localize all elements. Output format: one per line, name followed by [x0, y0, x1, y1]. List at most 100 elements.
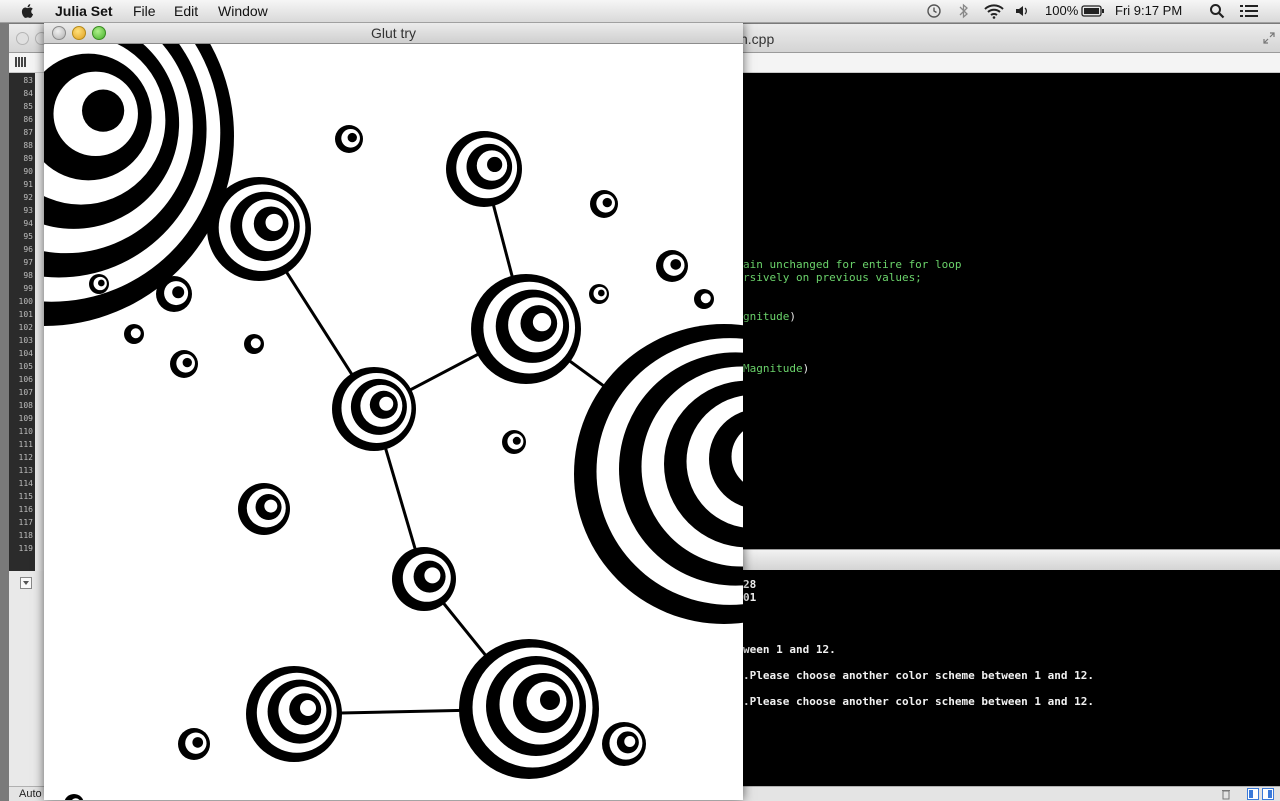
line-number: 96 [23, 245, 33, 254]
debug-area-divider[interactable] [743, 549, 1280, 571]
code-line: Magnitude) [743, 362, 809, 375]
line-number: 110 [18, 427, 33, 436]
fractal-bud [246, 666, 342, 762]
auto-scope-label[interactable]: Auto [19, 788, 42, 800]
code-text: gnitude [743, 310, 790, 323]
line-number: 98 [23, 271, 33, 280]
fractal-bud [590, 190, 618, 218]
code-line: gnitude) [743, 310, 796, 323]
line-number: 106 [18, 375, 33, 384]
line-number: 116 [18, 505, 33, 514]
menu-clock[interactable]: Fri 9:17 PM [1115, 3, 1182, 18]
line-number: 100 [18, 297, 33, 306]
line-number: 94 [23, 219, 33, 228]
line-number: 102 [18, 323, 33, 332]
line-number: 91 [23, 180, 33, 189]
console-output[interactable]: 28 01 ween 1 and 12. .Please choose anot… [743, 570, 1280, 786]
battery-percent: 100% [1045, 3, 1079, 18]
code-text: rsively on previous values; [743, 271, 922, 284]
line-number: 85 [23, 102, 33, 111]
line-number: 87 [23, 128, 33, 137]
line-number: 103 [18, 336, 33, 345]
julia-set-canvas[interactable] [44, 44, 743, 800]
console-line: ween 1 and 12. [743, 643, 836, 656]
fractal-bud [178, 728, 210, 760]
fractal-bud [589, 284, 609, 304]
menu-window[interactable]: Window [218, 3, 268, 19]
line-number: 83 [23, 76, 33, 85]
trash-icon[interactable] [1221, 788, 1231, 800]
wifi-icon[interactable] [983, 3, 1005, 19]
fractal-bud [446, 131, 522, 207]
console-line: .Please choose another color scheme betw… [743, 669, 1094, 682]
line-number: 115 [18, 492, 33, 501]
glut-window: Glut try [44, 22, 743, 800]
line-number: 107 [18, 388, 33, 397]
code-paren: ) [802, 362, 810, 375]
fractal-bud [656, 250, 688, 282]
line-number: 93 [23, 206, 33, 215]
line-number: 89 [23, 154, 33, 163]
code-line: rsively on previous values; [743, 271, 922, 284]
ide-close-button[interactable] [16, 32, 29, 45]
menu-bar: Julia Set File Edit Window 100% Fri 9:17… [0, 0, 1280, 23]
fractal-bud [502, 430, 526, 454]
line-number: 119 [18, 544, 33, 553]
line-number: 117 [18, 518, 33, 527]
battery-icon[interactable] [1081, 5, 1105, 17]
fractal-bud [44, 44, 234, 326]
line-number: 109 [18, 414, 33, 423]
glut-window-title: Glut try [370, 25, 417, 41]
console-line: 28 [743, 578, 757, 591]
julia-set-fractal [44, 44, 743, 800]
fractal-bud [459, 639, 599, 779]
code-text: ain unchanged for entire for loop [743, 258, 962, 271]
time-machine-icon[interactable] [926, 3, 942, 19]
fractal-bud [89, 274, 109, 294]
bluetooth-icon[interactable] [958, 3, 970, 19]
line-number: 92 [23, 193, 33, 202]
fractal-bud [602, 722, 646, 766]
line-number: 99 [23, 284, 33, 293]
fractal-bud [694, 289, 714, 309]
spotlight-search-icon[interactable] [1209, 3, 1225, 19]
fractal-bud [244, 334, 264, 354]
line-number: 101 [18, 310, 33, 319]
menu-app-name[interactable]: Julia Set [55, 3, 113, 19]
scope-selector-icon[interactable] [20, 577, 32, 589]
line-number: 111 [18, 440, 33, 449]
code-paren: ) [789, 310, 796, 323]
line-number: 84 [23, 89, 33, 98]
menu-file[interactable]: File [133, 3, 156, 19]
fractal-bud [170, 350, 198, 378]
fractal-bud [238, 483, 290, 535]
line-number: 118 [18, 531, 33, 540]
line-number: 86 [23, 115, 33, 124]
volume-icon[interactable] [1015, 4, 1029, 18]
fractal-bud [335, 125, 363, 153]
apple-menu-icon[interactable] [19, 2, 37, 20]
fractal-bud [574, 324, 743, 624]
line-number: 114 [18, 479, 33, 488]
line-number: 112 [18, 453, 33, 462]
console-line: 01 [743, 591, 757, 604]
fullscreen-icon[interactable] [1263, 32, 1275, 44]
ide-file-title: n.cpp [740, 31, 775, 47]
debug-area-sidebar [9, 571, 45, 800]
glut-title-bar[interactable]: Glut try [44, 22, 743, 44]
line-number: 88 [23, 141, 33, 150]
fractal-bud [392, 547, 456, 611]
code-line: ain unchanged for entire for loop [743, 258, 962, 271]
line-number-gutter: 83 84 85 86 87 88 89 90 91 92 93 94 95 96 97 98 99 100 101… [9, 73, 35, 571]
fractal-bud [64, 794, 84, 800]
related-files-icon[interactable] [15, 57, 27, 67]
notification-center-icon[interactable] [1240, 4, 1258, 18]
line-number: 113 [18, 466, 33, 475]
code-editor[interactable]: ain unchanged for entire for loop rsivel… [743, 73, 1280, 549]
fractal-bud [471, 274, 581, 384]
fractal-bud [124, 324, 144, 344]
line-number: 105 [18, 362, 33, 371]
split-view-icon[interactable] [1247, 788, 1275, 800]
menu-edit[interactable]: Edit [174, 3, 198, 19]
line-number: 95 [23, 232, 33, 241]
